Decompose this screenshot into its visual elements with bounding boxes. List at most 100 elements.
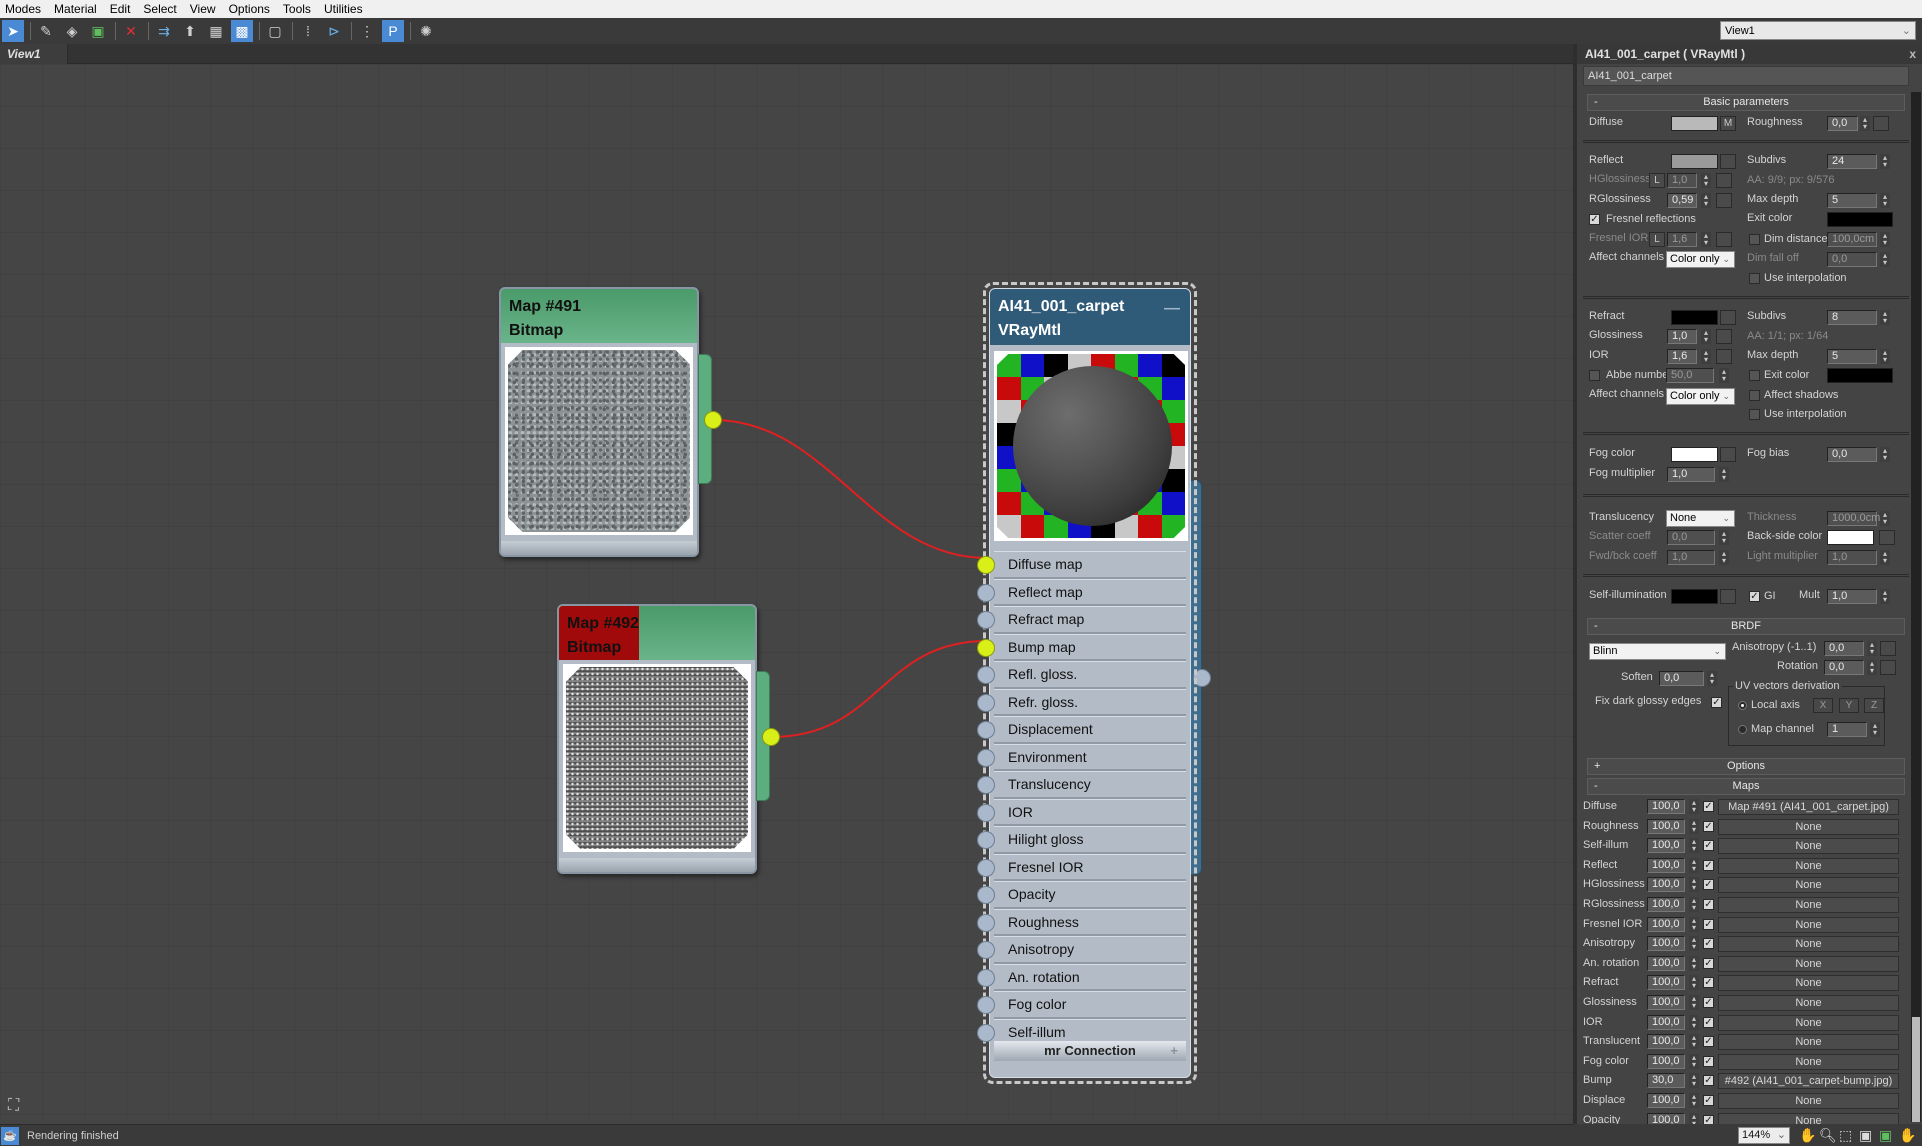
exit-color-swatch[interactable] [1827,212,1893,227]
map-amount-spinner[interactable]: 100,0 [1647,1093,1685,1108]
input-port[interactable] [977,666,995,684]
node-map492[interactable]: Map #492 Bitmap [557,604,757,874]
map-slot-button[interactable]: #492 (AI41_001_carpet-bump.jpg) [1718,1073,1899,1090]
input-port[interactable] [977,831,995,849]
spinner-arrows[interactable]: ▴▾ [1719,368,1729,383]
menu-options[interactable]: Options [224,2,278,16]
view-select-dropdown[interactable]: View1 ⌄ [1720,21,1916,40]
show-map-icon[interactable]: ▦ [205,20,227,42]
affect-channels-dropdown[interactable]: Color only ⌄ [1666,251,1735,268]
spinner-arrows[interactable]: ▴▾ [1867,660,1877,675]
spinner-arrows[interactable]: ▴▾ [1719,467,1729,482]
lay-out-all-icon[interactable]: ⁞ [297,20,319,42]
reflect-map-button[interactable] [1720,154,1736,169]
parameter-editor-icon[interactable]: P [382,20,404,42]
node-map491[interactable]: Map #491 Bitmap [499,287,699,557]
map-enabled-checkbox[interactable]: ✓ [1703,1055,1714,1067]
map-slot-button[interactable]: None [1718,877,1899,894]
rotation-map-button[interactable] [1880,660,1896,675]
brdf-type-dropdown[interactable]: Blinn ⌄ [1589,643,1726,660]
input-port[interactable] [977,941,995,959]
map-enabled-checkbox[interactable]: ✓ [1703,1095,1714,1106]
rollout-brdf[interactable]: - BRDF [1587,618,1905,635]
subdivs-spinner[interactable]: 24 [1827,154,1877,169]
gi-checkbox[interactable]: ✓ [1749,591,1760,602]
input-slot[interactable]: IOR [977,798,1186,826]
close-icon[interactable]: x [1909,47,1916,61]
input-port[interactable] [977,1023,995,1042]
map-amount-spinner[interactable]: 100,0 [1647,936,1685,952]
roughness-map-button[interactable] [1873,116,1889,131]
input-slot[interactable]: Refl. gloss. [977,661,1186,689]
refract-exit-color-swatch[interactable] [1827,368,1893,383]
show-background-icon[interactable]: ▩ [231,20,253,42]
spinner-arrows[interactable]: ▴▾ [1880,349,1890,364]
fresnel-lock-button[interactable]: L [1649,232,1665,247]
spinner-arrows[interactable]: ▴▾ [1880,550,1890,565]
abbe-number-spinner[interactable]: 50,0 [1666,368,1714,383]
spinner-arrows[interactable]: ▴▾ [1689,916,1699,932]
input-slot[interactable]: Hilight gloss [977,826,1186,854]
spinner-arrows[interactable]: ▴▾ [1880,511,1890,526]
spinner-arrows[interactable]: ▴▾ [1701,193,1711,208]
fog-multiplier-spinner[interactable]: 1,0 [1667,467,1715,482]
input-slot[interactable]: Opacity [977,881,1186,909]
input-port[interactable] [977,913,995,932]
teapot-icon[interactable]: ☕ [1,1126,19,1145]
hglossiness-map-button[interactable] [1716,173,1732,188]
spinner-arrows[interactable]: ▴▾ [1689,1034,1699,1050]
spinner-arrows[interactable]: ▴▾ [1689,1053,1699,1069]
rglossiness-map-button[interactable] [1716,193,1732,208]
input-slot[interactable]: Anisotropy [977,936,1186,964]
spinner-arrows[interactable]: ▴▾ [1880,154,1890,169]
reflect-swatch[interactable] [1671,154,1718,169]
spinner-arrows[interactable]: ▴▾ [1689,1014,1699,1030]
pan-hand-icon[interactable]: ✋ [1799,1127,1816,1144]
input-slot[interactable]: Bump map [977,633,1186,661]
rollout-maps[interactable]: - Maps [1587,778,1905,795]
axis-x-button[interactable]: X [1813,698,1833,713]
map-channel-spinner[interactable]: 1 [1827,722,1867,737]
anisotropy-spinner[interactable]: 0,0 [1824,641,1864,656]
binoculars-icon[interactable]: ⛶ [8,1097,19,1115]
spinner-arrows[interactable]: ▴▾ [1880,447,1890,462]
spinner-arrows[interactable]: ▴▾ [1719,550,1729,565]
spinner-arrows[interactable]: ▴▾ [1689,799,1699,814]
map-enabled-checkbox[interactable]: ✓ [1703,918,1714,930]
map-enabled-checkbox[interactable]: ✓ [1703,957,1714,969]
input-slot[interactable]: Refr. gloss. [977,688,1186,716]
node-header[interactable]: AI41_001_carpet VRayMtl — [990,289,1190,345]
dim-fall-off-spinner[interactable]: 0,0 [1827,252,1877,267]
delete-icon[interactable]: ✕ [120,20,142,42]
map-amount-spinner[interactable]: 100,0 [1647,995,1685,1010]
panel-scrollbar[interactable] [1911,92,1921,1122]
map-enabled-checkbox[interactable]: ✓ [1703,879,1714,891]
spinner-arrows[interactable]: ▴▾ [1880,589,1890,604]
zoom-dropdown[interactable]: 144% ⌄ [1738,1127,1790,1144]
glossiness-spinner[interactable]: 1,0 [1667,329,1697,344]
local-axis-radio[interactable] [1738,701,1747,710]
fresnel-ior-spinner[interactable]: 1,6 [1667,232,1697,247]
menu-view[interactable]: View [185,2,224,16]
map-slot-button[interactable]: None [1718,1034,1899,1051]
minimize-icon[interactable]: — [1164,297,1180,321]
spinner-arrows[interactable]: ▴▾ [1701,349,1711,364]
input-slot[interactable]: Fog color [977,991,1186,1019]
input-port[interactable] [977,996,995,1014]
refract-swatch[interactable] [1671,310,1718,325]
spinner-arrows[interactable]: ▴▾ [1880,232,1890,247]
ior-map-button[interactable] [1716,349,1732,364]
diffuse-map-button[interactable]: M [1720,116,1736,131]
self-illumination-swatch[interactable] [1671,589,1718,604]
refract-max-depth-spinner[interactable]: 5 [1827,349,1877,364]
input-slot[interactable]: Roughness [977,908,1186,936]
mr-connection-rollout[interactable]: mr Connection + [994,1041,1186,1061]
spinner-arrows[interactable]: ▴▾ [1719,530,1729,545]
move-children-icon[interactable]: ⇉ [153,20,175,42]
spinner-arrows[interactable]: ▴▾ [1689,995,1699,1010]
rollout-options[interactable]: + Options [1587,758,1905,775]
zoom-icon[interactable]: 🔍︎ [1819,1127,1837,1144]
menu-material[interactable]: Material [49,2,105,16]
map-enabled-checkbox[interactable]: ✓ [1703,820,1714,832]
input-port[interactable] [977,611,995,629]
